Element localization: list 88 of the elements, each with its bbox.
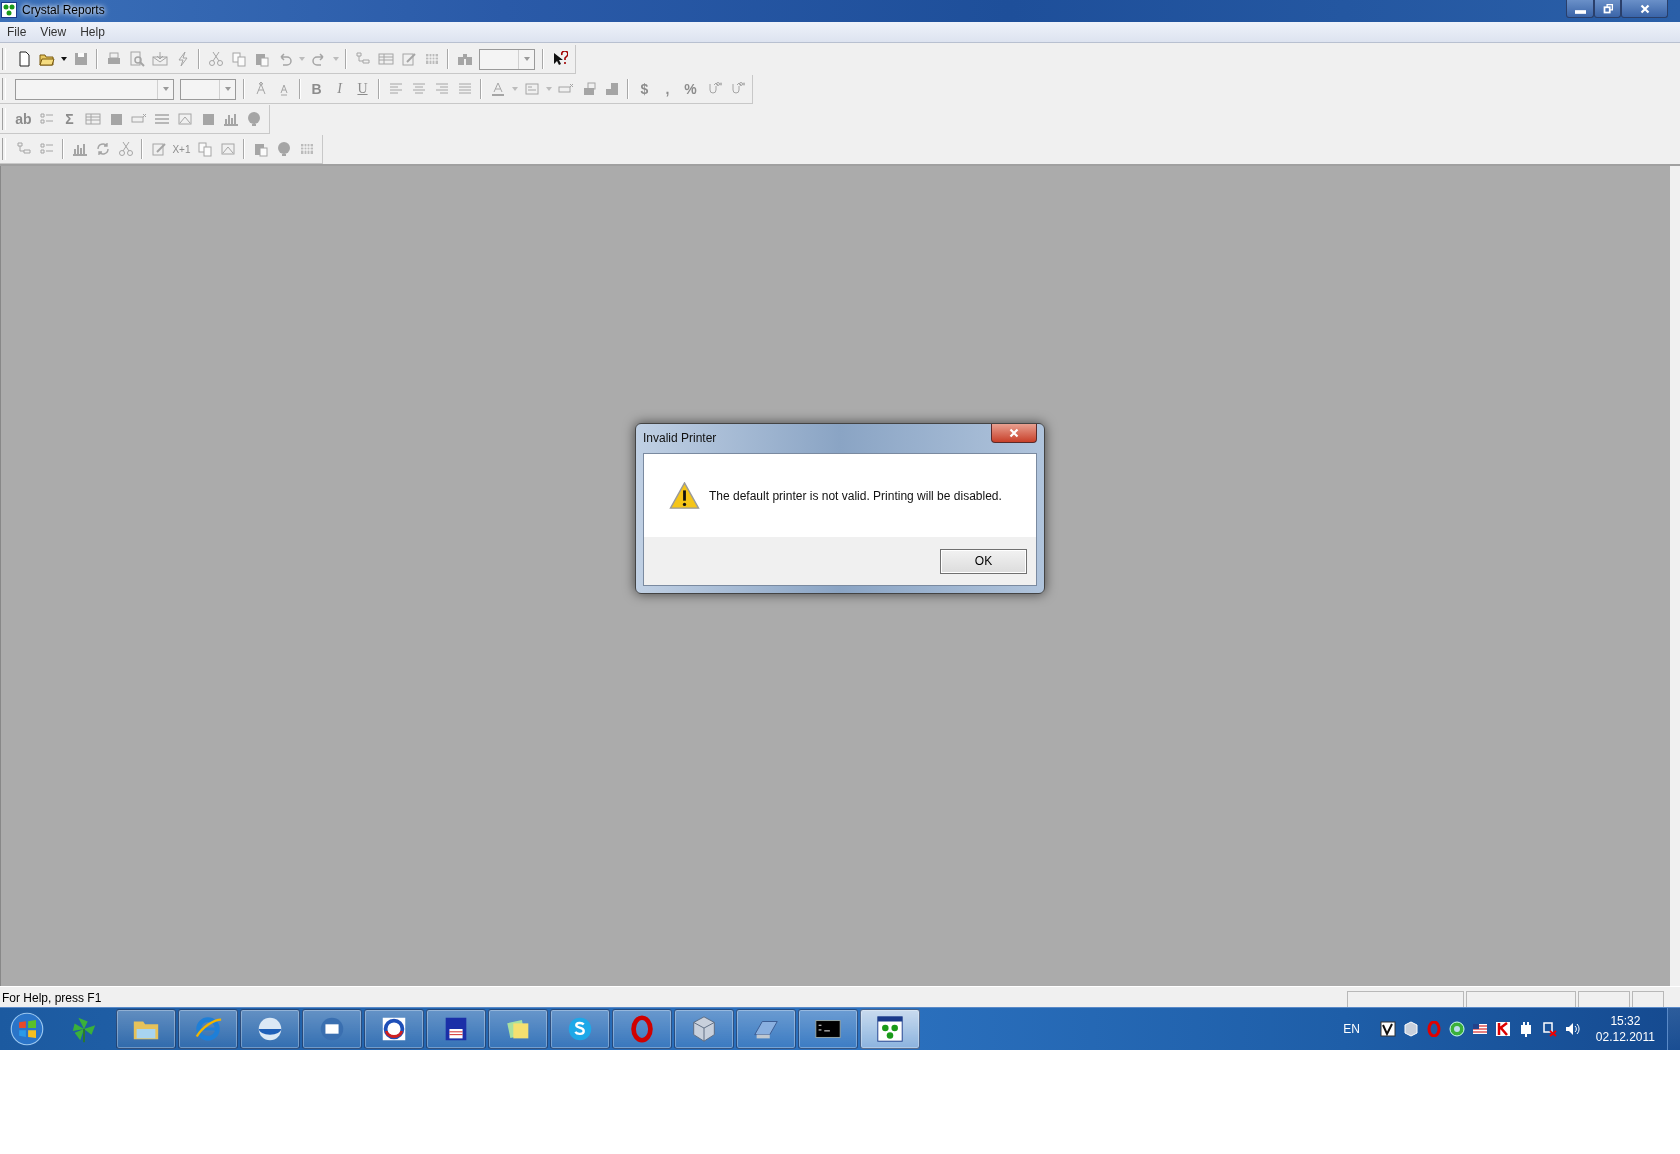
align-left-icon xyxy=(387,81,404,97)
taskbar-button[interactable] xyxy=(550,1009,610,1049)
printer-icon xyxy=(105,51,122,67)
taskbar-button[interactable] xyxy=(302,1009,362,1049)
font-color-icon xyxy=(489,81,506,97)
ok-button[interactable]: OK xyxy=(940,548,1027,574)
network-icon[interactable] xyxy=(1540,1021,1557,1037)
copy-icon xyxy=(196,141,213,157)
redo-icon xyxy=(310,51,327,67)
pencil-icon xyxy=(150,141,167,157)
scissors-icon xyxy=(117,141,134,157)
magnifier-icon xyxy=(128,51,145,67)
list-icon xyxy=(38,141,55,157)
k-logo-tray-icon[interactable] xyxy=(1494,1021,1511,1037)
folder-icon xyxy=(38,51,55,67)
browser-e-icon xyxy=(193,1014,223,1044)
speaker-icon[interactable] xyxy=(1563,1021,1580,1037)
restore-button[interactable] xyxy=(1594,0,1621,18)
align-center-icon xyxy=(410,81,427,97)
taskbar-button[interactable] xyxy=(736,1009,796,1049)
menu-item[interactable]: View xyxy=(33,25,74,39)
clock-date: 02.12.2011 xyxy=(1595,1030,1655,1044)
dialog-title: Invalid Printer xyxy=(643,430,717,445)
menu-item[interactable]: Help xyxy=(73,25,112,39)
picture-icon xyxy=(176,111,193,127)
list-icon xyxy=(38,111,55,127)
language-indicator[interactable]: EN xyxy=(1343,1022,1360,1036)
caret-icon xyxy=(297,55,306,63)
start-orb-icon xyxy=(9,1011,45,1047)
chart-icon xyxy=(71,141,88,157)
warning-icon xyxy=(669,481,700,510)
show-desktop-button[interactable] xyxy=(1667,1008,1680,1050)
minimize-icon xyxy=(1574,9,1586,14)
scissors-icon xyxy=(207,51,224,67)
align-right-icon xyxy=(433,81,450,97)
crystal-app-icon xyxy=(875,1014,905,1044)
clock-time: 15:32 xyxy=(1610,1014,1641,1028)
pencil-icon xyxy=(400,51,417,67)
caret-icon xyxy=(331,55,340,63)
menu-item[interactable]: File xyxy=(0,25,34,39)
envelope-icon xyxy=(151,51,168,67)
help-cursor-icon xyxy=(551,51,568,67)
caret-icon xyxy=(59,55,68,63)
justify-icon xyxy=(456,81,473,97)
taskbar-button[interactable] xyxy=(798,1009,858,1049)
stacked-boxes-icon xyxy=(603,81,620,97)
border-icon xyxy=(523,81,540,97)
grid-icon xyxy=(423,51,440,67)
app-icon xyxy=(1,2,17,18)
globe-tray-icon[interactable] xyxy=(1448,1021,1465,1037)
clock[interactable]: 15:32 02.12.2011 xyxy=(1595,1014,1655,1044)
close-button[interactable] xyxy=(1621,0,1668,18)
taskbar-button[interactable] xyxy=(488,1009,548,1049)
caret-icon xyxy=(544,85,553,93)
o-logo-tray-icon[interactable] xyxy=(1425,1021,1442,1037)
taskbar-button[interactable] xyxy=(240,1009,300,1049)
flag-icon[interactable] xyxy=(1471,1021,1488,1037)
status-text: For Help, press F1 xyxy=(1,991,102,1007)
copy-icon xyxy=(230,51,247,67)
caret-icon xyxy=(510,85,519,93)
clipboard-icon xyxy=(253,51,270,67)
refresh-icon xyxy=(94,141,111,157)
grid-icon xyxy=(298,141,315,157)
taskbar-button[interactable] xyxy=(612,1009,672,1049)
close-icon xyxy=(1007,426,1021,440)
taskbar-button[interactable] xyxy=(674,1009,734,1049)
taskbar-button[interactable] xyxy=(426,1009,486,1049)
taskbar-button[interactable] xyxy=(116,1009,176,1049)
chart-icon xyxy=(222,111,239,127)
caret-icon xyxy=(522,55,531,63)
picture-icon xyxy=(219,141,236,157)
minimize-button[interactable] xyxy=(1566,0,1594,18)
caret-icon xyxy=(161,85,170,93)
taskbar-button[interactable] xyxy=(178,1009,238,1049)
cube-tray-icon[interactable] xyxy=(1402,1021,1419,1037)
dialog-message: The default printer is not valid. Printing will be disabled. xyxy=(709,488,1002,503)
caret-icon xyxy=(223,85,232,93)
clipboard-icon xyxy=(252,141,269,157)
table-icon xyxy=(84,111,101,127)
tree-icon xyxy=(15,141,32,157)
taskbar-button[interactable] xyxy=(364,1009,424,1049)
tree-icon xyxy=(354,51,371,67)
lines-icon xyxy=(153,111,170,127)
taskbar-button[interactable] xyxy=(860,1009,920,1049)
window-title: Crystal Reports xyxy=(22,3,105,17)
binoculars-icon xyxy=(456,51,473,67)
close-button[interactable] xyxy=(991,424,1037,443)
table-icon xyxy=(377,51,394,67)
